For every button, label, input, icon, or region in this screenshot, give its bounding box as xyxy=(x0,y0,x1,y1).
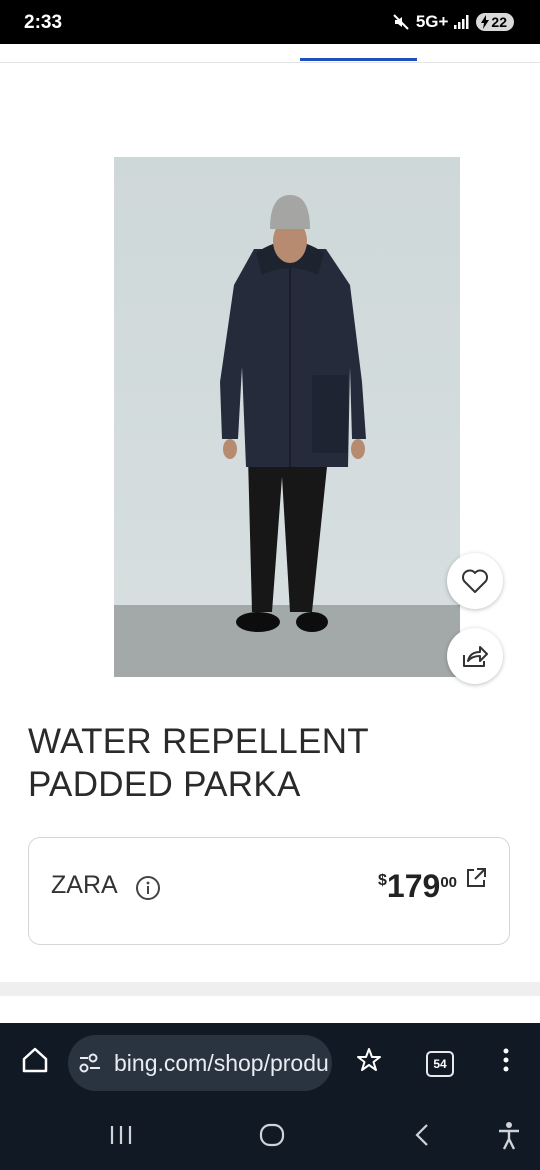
home-icon[interactable] xyxy=(20,1045,50,1075)
browser-toolbar: bing.com/shop/produ 54 xyxy=(0,1023,540,1103)
price: $ 179 00 xyxy=(378,868,457,905)
home-nav-icon[interactable] xyxy=(258,1122,286,1148)
product-title-line1: WATER REPELLENT xyxy=(28,722,369,761)
info-icon[interactable] xyxy=(135,875,161,901)
price-dollars: 179 xyxy=(386,868,441,904)
product-title-line2: PADDED PARKA xyxy=(28,765,301,804)
status-bar: 2:33 5G+ 22 xyxy=(0,0,540,44)
share-button[interactable] xyxy=(447,628,503,684)
battery-indicator: 22 xyxy=(476,13,514,31)
status-icons: 5G+ 22 xyxy=(392,12,514,32)
url-text: bing.com/shop/produ xyxy=(114,1049,329,1076)
product-title: WATER REPELLENT PADDED PARKA xyxy=(28,720,468,806)
active-tab-indicator xyxy=(300,58,417,61)
address-bar[interactable]: bing.com/shop/produ xyxy=(68,1035,332,1091)
recent-apps-icon[interactable] xyxy=(108,1123,134,1147)
network-label: 5G+ xyxy=(415,12,449,31)
more-options-icon[interactable] xyxy=(494,1045,518,1075)
status-time: 2:33 xyxy=(24,12,63,33)
external-link-icon[interactable] xyxy=(465,867,487,889)
charging-icon xyxy=(481,15,490,29)
signal-icon xyxy=(454,15,469,29)
seller-offer-card[interactable]: ZARA $ 179 00 xyxy=(28,837,510,945)
product-image[interactable] xyxy=(114,157,460,677)
back-icon[interactable] xyxy=(410,1122,434,1148)
accessibility-icon[interactable] xyxy=(496,1121,522,1151)
heart-icon xyxy=(462,569,488,593)
tab-strip xyxy=(0,44,540,63)
mute-icon xyxy=(393,14,409,30)
tab-count: 54 xyxy=(433,1057,447,1071)
tabs-button[interactable]: 54 xyxy=(426,1051,454,1077)
seller-name: ZARA xyxy=(51,871,118,899)
share-icon xyxy=(463,646,488,667)
price-currency: $ xyxy=(378,872,387,889)
bookmark-star-icon[interactable] xyxy=(354,1045,384,1075)
system-nav-bar xyxy=(0,1103,540,1170)
price-cents: 00 xyxy=(440,874,457,891)
section-divider xyxy=(0,982,540,996)
battery-level: 22 xyxy=(491,14,507,30)
favorite-button[interactable] xyxy=(447,553,503,609)
site-settings-icon[interactable] xyxy=(78,1052,104,1074)
